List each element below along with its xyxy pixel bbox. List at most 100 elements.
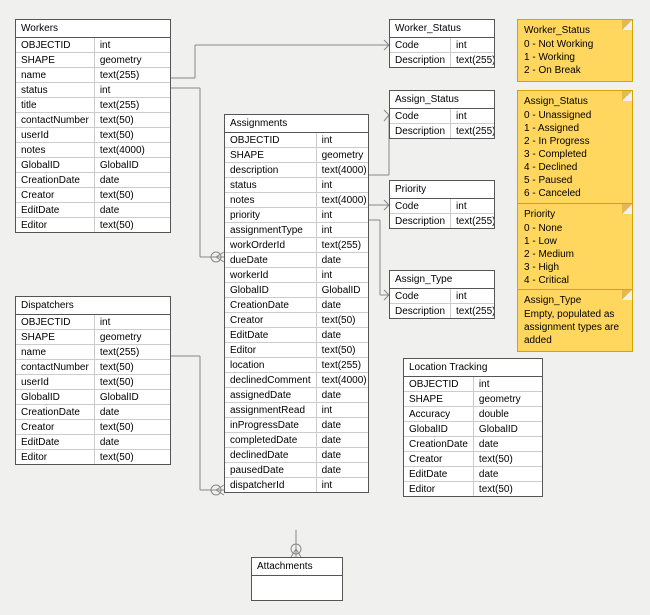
field-type: text(255) (451, 303, 494, 318)
entity-assign-status: Assign_Status CodeintDescriptiontext(255… (389, 90, 495, 139)
note-line: 1 - Assigned (524, 122, 626, 135)
field-type: date (474, 466, 542, 481)
field-name: name (16, 344, 95, 359)
field-name: CreationDate (16, 172, 95, 187)
field-name: Description (390, 123, 451, 138)
field-name: GlobalID (225, 282, 317, 297)
field-type: text(50) (474, 451, 542, 466)
field-name: notes (225, 192, 317, 207)
entity-title: Workers (16, 20, 170, 38)
field-name: Accuracy (404, 406, 474, 421)
field-name: notes (16, 142, 95, 157)
field-name: OBJECTID (404, 377, 474, 391)
field-name: assignedDate (225, 387, 317, 402)
field-type: text(50) (95, 187, 170, 202)
field-name: status (16, 82, 95, 97)
field-type: date (95, 202, 170, 217)
note-line: 1 - Low (524, 235, 626, 248)
field-name: OBJECTID (16, 315, 95, 329)
field-name: contactNumber (16, 112, 95, 127)
field-name: SHAPE (16, 329, 95, 344)
field-name: GlobalID (16, 389, 95, 404)
field-name: completedDate (225, 432, 317, 447)
note-line: assignment types are added (524, 321, 626, 347)
field-name: Description (390, 213, 451, 228)
field-type: text(255) (95, 67, 170, 82)
field-type: text(255) (451, 123, 494, 138)
field-name: Code (390, 199, 451, 213)
field-name: declinedDate (225, 447, 317, 462)
field-name: Creator (225, 312, 317, 327)
field-type: geometry (317, 147, 368, 162)
field-type: date (317, 417, 368, 432)
field-type: text(255) (95, 344, 170, 359)
entity-title: Location Tracking (404, 359, 542, 377)
field-type: int (95, 82, 170, 97)
field-type: text(50) (95, 127, 170, 142)
note-line: 3 - High (524, 261, 626, 274)
note-line: 0 - Unassigned (524, 109, 626, 122)
note-priority: Priority 0 - None1 - Low2 - Medium3 - Hi… (517, 203, 633, 292)
field-type: geometry (95, 329, 170, 344)
entity-attachments: Attachments (251, 557, 343, 601)
note-line: 0 - None (524, 222, 626, 235)
entity-body: CodeintDescriptiontext(255) (390, 289, 494, 318)
field-name: Creator (404, 451, 474, 466)
note-title: Assign_Status (524, 95, 626, 108)
entity-title: Assignments (225, 115, 368, 133)
entity-body: OBJECTIDintSHAPEgeometrydescriptiontext(… (225, 133, 368, 492)
field-type: date (95, 434, 170, 449)
field-type: text(50) (95, 359, 170, 374)
field-type: date (317, 327, 368, 342)
field-name: SHAPE (404, 391, 474, 406)
field-type: text(255) (95, 97, 170, 112)
field-type: text(50) (317, 312, 368, 327)
field-name: CreationDate (16, 404, 95, 419)
note-line: 1 - Working (524, 51, 626, 64)
field-type: text(255) (451, 213, 494, 228)
field-name: Description (390, 303, 451, 318)
note-lines: 0 - None1 - Low2 - Medium3 - High4 - Cri… (524, 222, 626, 287)
field-name: declinedComment (225, 372, 317, 387)
field-type: GlobalID (95, 389, 170, 404)
field-name: OBJECTID (225, 133, 317, 147)
field-name: Code (390, 109, 451, 123)
field-name: pausedDate (225, 462, 317, 477)
note-line: 4 - Critical (524, 274, 626, 287)
field-name: assignmentRead (225, 402, 317, 417)
field-name: Editor (16, 449, 95, 464)
field-type: date (317, 252, 368, 267)
field-type: text(4000) (95, 142, 170, 157)
field-name: Code (390, 289, 451, 303)
note-line: 4 - Declined (524, 161, 626, 174)
note-line: Empty, populated as (524, 308, 626, 321)
entity-assign-type: Assign_Type CodeintDescriptiontext(255) (389, 270, 495, 319)
field-type: geometry (95, 52, 170, 67)
note-line: 2 - In Progress (524, 135, 626, 148)
entity-assignments: Assignments OBJECTIDintSHAPEgeometrydesc… (224, 114, 369, 493)
field-name: Editor (16, 217, 95, 232)
field-name: OBJECTID (16, 38, 95, 52)
field-type: int (474, 377, 542, 391)
field-name: status (225, 177, 317, 192)
note-line: 5 - Paused (524, 174, 626, 187)
note-line: 0 - Not Working (524, 38, 626, 51)
field-name: Editor (404, 481, 474, 496)
field-type: GlobalID (95, 157, 170, 172)
field-type: text(4000) (317, 162, 368, 177)
note-line: 6 - Canceled (524, 187, 626, 200)
field-name: dispatcherId (225, 477, 317, 492)
field-name: workerId (225, 267, 317, 282)
field-type: date (317, 432, 368, 447)
entity-location-tracking: Location Tracking OBJECTIDintSHAPEgeomet… (403, 358, 543, 497)
field-name: name (16, 67, 95, 82)
field-name: workOrderId (225, 237, 317, 252)
field-type: date (317, 387, 368, 402)
field-type: text(255) (317, 237, 368, 252)
field-type: date (474, 436, 542, 451)
field-type: text(50) (95, 419, 170, 434)
entity-body: OBJECTIDintSHAPEgeometrynametext(255)sta… (16, 38, 170, 232)
field-type: date (317, 447, 368, 462)
note-lines: 0 - Not Working1 - Working2 - On Break (524, 38, 626, 77)
entity-title: Priority (390, 181, 494, 199)
